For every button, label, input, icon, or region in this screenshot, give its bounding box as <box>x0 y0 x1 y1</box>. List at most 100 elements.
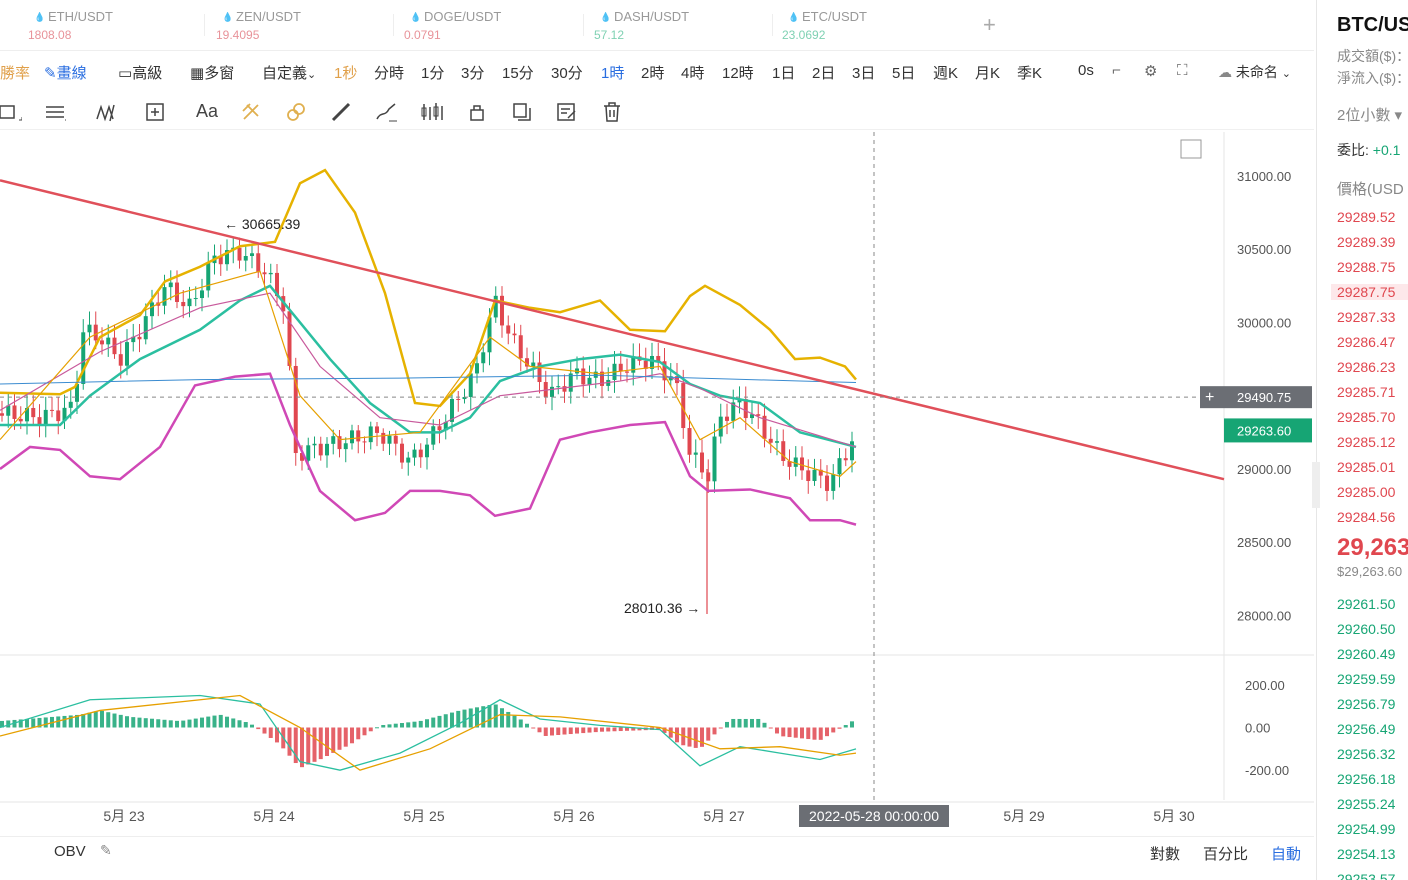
ticker-tab-zen[interactable]: 💧 ZEN/USDT 19.4095 <box>216 6 392 46</box>
macd-bar <box>781 727 786 737</box>
bid-price[interactable]: 29256.49 <box>1337 721 1395 737</box>
interval-6[interactable]: 1時 <box>601 62 624 83</box>
candle-body <box>768 438 773 443</box>
bid-price[interactable]: 29256.32 <box>1337 746 1395 762</box>
ask-price[interactable]: 29285.70 <box>1337 409 1395 425</box>
turnover-label: 成交額($)： <box>1337 48 1408 64</box>
ratio-value: +0.1 <box>1372 142 1401 158</box>
interval-11[interactable]: 2日 <box>812 62 835 83</box>
bid-price[interactable]: 29256.79 <box>1337 696 1395 712</box>
fullscreen-icon[interactable]: ⛶ <box>1177 62 1188 79</box>
macd-bar <box>568 727 573 735</box>
plus-icon[interactable]: + <box>1205 389 1214 406</box>
edit-list-icon[interactable] <box>556 101 578 123</box>
rectangle-tool-icon[interactable] <box>0 101 22 123</box>
macd-bar <box>850 721 854 728</box>
bid-price[interactable]: 29260.50 <box>1337 621 1395 637</box>
candle-body <box>550 386 554 397</box>
macd-bar <box>168 720 173 728</box>
ask-price[interactable]: 29285.71 <box>1337 384 1395 400</box>
interval-8[interactable]: 4時 <box>681 62 704 83</box>
macd-bar <box>800 727 804 739</box>
log-scale-toggle[interactable]: 對數 <box>1150 843 1180 864</box>
magnet-icon[interactable] <box>240 101 262 123</box>
fit-icon[interactable]: ⌐ <box>1112 62 1121 79</box>
interval-15[interactable]: 月K <box>975 62 1000 83</box>
ask-price[interactable]: 29287.33 <box>1337 309 1395 325</box>
ask-price[interactable]: 29286.23 <box>1337 359 1395 375</box>
precision-dropdown[interactable]: 2位小數 ▾ <box>1337 104 1402 125</box>
layout-dropdown[interactable]: ☁ 未命名 ⌄ <box>1218 62 1291 82</box>
bid-price[interactable]: 29255.24 <box>1337 796 1395 812</box>
candle-body <box>506 325 511 334</box>
interval-10[interactable]: 1日 <box>772 62 795 83</box>
expand-icon[interactable] <box>1180 139 1202 159</box>
interval-4[interactable]: 15分 <box>502 62 534 83</box>
bid-price[interactable]: 29261.50 <box>1337 596 1395 612</box>
ask-price[interactable]: 29285.01 <box>1337 459 1395 475</box>
brush-icon[interactable] <box>375 101 397 123</box>
macd-bar <box>731 718 736 728</box>
custom-interval-dropdown[interactable]: 自定義⌄ <box>262 62 316 83</box>
trendline[interactable] <box>0 179 1225 481</box>
percent-scale-toggle[interactable]: 百分比 <box>1203 843 1248 864</box>
ask-price[interactable]: 29287.75 <box>1331 284 1408 300</box>
measure-box-icon[interactable] <box>145 101 167 123</box>
interval-2[interactable]: 1分 <box>421 62 444 83</box>
settings-icon[interactable]: ⚙ <box>1144 62 1157 80</box>
advanced-button[interactable]: ▭高級 <box>118 62 162 83</box>
interval-13[interactable]: 5日 <box>892 62 915 83</box>
panel-collapse-handle[interactable] <box>1312 462 1320 508</box>
candle-body <box>475 363 479 374</box>
ticker-tab-dash[interactable]: 💧 DASH/USDT 57.12 <box>594 6 770 46</box>
candles-icon[interactable] <box>421 101 443 123</box>
interval-9[interactable]: 12時 <box>722 62 754 83</box>
bid-price[interactable]: 29254.99 <box>1337 821 1395 837</box>
price-chart[interactable]: 31000.00 30500.00 30000.00 29000.00 28500.00… <box>0 132 1314 836</box>
macd-bar <box>287 727 292 756</box>
candle-body <box>343 443 348 450</box>
trash-icon[interactable] <box>601 101 623 123</box>
indicator-label[interactable]: OBV <box>54 843 86 860</box>
candle-body <box>456 398 461 400</box>
bid-price[interactable]: 29253.57 <box>1337 871 1395 880</box>
lock-icon[interactable] <box>466 101 488 123</box>
ticker-tab-eth[interactable]: 💧 ETH/USDT 1808.08 <box>28 6 204 46</box>
interval-14[interactable]: 週K <box>933 62 958 83</box>
wave-tool-icon[interactable] <box>96 101 118 123</box>
ask-price[interactable]: 29285.12 <box>1337 434 1395 450</box>
interval-5[interactable]: 30分 <box>551 62 583 83</box>
auto-scale-toggle[interactable]: 自動 <box>1271 843 1301 864</box>
ask-price[interactable]: 29288.75 <box>1337 259 1395 275</box>
ask-price[interactable]: 29289.52 <box>1337 209 1395 225</box>
ticker-tab-doge[interactable]: 💧 DOGE/USDT 0.0791 <box>404 6 580 46</box>
interval-1[interactable]: 分時 <box>374 62 404 83</box>
bid-price[interactable]: 29256.18 <box>1337 771 1395 787</box>
precision-label: 2位小數 <box>1337 107 1391 124</box>
interval-12[interactable]: 3日 <box>852 62 875 83</box>
text-tool-icon[interactable]: Aa <box>196 101 218 123</box>
draw-button[interactable]: ✎畫線 <box>44 62 87 83</box>
ticker-tab-etc[interactable]: 💧 ETC/USDT 23.0692 <box>782 6 958 46</box>
ask-price[interactable]: 29289.39 <box>1337 234 1395 250</box>
edit-icon[interactable]: ✎ <box>100 842 112 859</box>
win-rate-button[interactable]: 勝率 <box>0 62 30 83</box>
bid-price[interactable]: 29254.13 <box>1337 846 1395 862</box>
bid-price[interactable]: 29260.49 <box>1337 646 1395 662</box>
candle-body <box>775 441 779 443</box>
candle-body <box>56 410 61 422</box>
ask-price[interactable]: 29286.47 <box>1337 334 1395 350</box>
ask-price[interactable]: 29285.00 <box>1337 484 1395 500</box>
lines-tool-icon[interactable] <box>44 101 66 123</box>
ask-price[interactable]: 29284.56 <box>1337 509 1395 525</box>
bid-price[interactable]: 29259.59 <box>1337 671 1395 687</box>
interval-7[interactable]: 2時 <box>641 62 664 83</box>
link-icon[interactable] <box>285 101 307 123</box>
add-tab-icon[interactable]: + <box>983 12 996 38</box>
multi-window-button[interactable]: ▦多窗 <box>190 62 234 83</box>
ruler-icon[interactable] <box>330 101 352 123</box>
interval-0[interactable]: 1秒 <box>334 62 357 83</box>
interval-3[interactable]: 3分 <box>461 62 484 83</box>
interval-16[interactable]: 季K <box>1017 62 1042 83</box>
copy-icon[interactable] <box>511 101 533 123</box>
